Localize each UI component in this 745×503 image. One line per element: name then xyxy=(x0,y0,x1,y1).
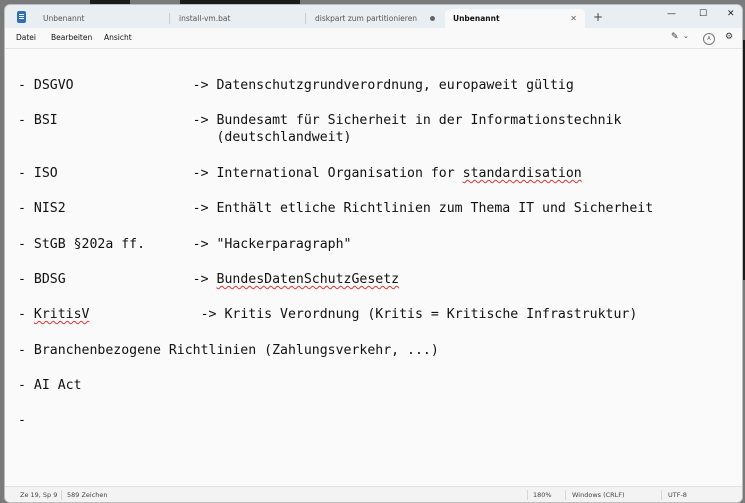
encoding[interactable]: UTF-8 xyxy=(668,491,687,499)
tab-separator xyxy=(305,13,306,24)
editor-line: - KritisV -> Kritis Verordnung (Kritis =… xyxy=(18,307,637,323)
editor-line: - AI Act xyxy=(18,378,82,394)
line-text: -> Kritis Verordnung (Kritis = Kritische… xyxy=(89,307,638,322)
text-editor[interactable]: - DSGVO -> Datenschutzgrundverordnung, e… xyxy=(5,49,742,486)
minimize-button[interactable]: — xyxy=(667,8,676,20)
editor-line: - ISO -> International Organisation for … xyxy=(18,166,582,182)
line-text: (deutschlandweit) xyxy=(18,130,352,145)
copilot-icon[interactable]: ✎ xyxy=(671,32,679,42)
line-text: - AI Act xyxy=(18,378,82,393)
tab-label: install-vm.bat xyxy=(179,14,231,23)
notepad-window: Unbenannt install-vm.bat diskpart zum pa… xyxy=(4,4,743,503)
menu-file[interactable]: Datei xyxy=(16,33,36,42)
character-count: 589 Zeichen xyxy=(67,491,108,499)
tab-separator xyxy=(169,13,170,24)
editor-line: - Branchenbezogene Richtlinien (Zahlungs… xyxy=(18,343,439,359)
notepad-app-icon xyxy=(17,11,26,23)
editor-line: - BSI -> Bundesamt für Sicherheit in der… xyxy=(18,113,621,129)
line-text: - BDSG -> xyxy=(18,272,217,287)
close-button[interactable]: ✕ xyxy=(727,8,735,20)
tab-install-vm[interactable]: install-vm.bat xyxy=(171,9,303,28)
menu-view[interactable]: Ansicht xyxy=(104,33,132,42)
chevron-down-icon[interactable]: ⌄ xyxy=(683,32,689,40)
line-ending[interactable]: Windows (CRLF) xyxy=(572,491,625,499)
gear-icon[interactable]: ⚙ xyxy=(725,32,733,42)
status-separator xyxy=(565,490,566,500)
tab-label: Unbenannt xyxy=(453,14,500,23)
spellcheck-word[interactable]: standardisation xyxy=(463,166,582,181)
tab-unbenannt-active[interactable]: Unbenannt ✕ xyxy=(445,9,585,28)
line-text: - xyxy=(18,413,26,428)
tab-label: diskpart zum partitionieren xyxy=(315,14,418,23)
status-separator xyxy=(61,490,62,500)
spellcheck-word[interactable]: KritisV xyxy=(34,307,90,322)
line-text: - StGB §202a ff. -> "Hackerparagraph" xyxy=(18,237,352,252)
cursor-position[interactable]: Ze 19, Sp 9 xyxy=(20,491,57,499)
line-text: - BSI -> Bundesamt für Sicherheit in der… xyxy=(18,113,622,128)
line-text: - xyxy=(18,307,34,322)
status-separator xyxy=(527,490,528,500)
spellcheck-word[interactable]: BundesDatenSchutzGesetz xyxy=(217,272,400,287)
line-text: - NIS2 -> Enthält etliche Richtlinien zu… xyxy=(18,201,654,216)
line-text: - DSGVO -> Datenschutzgrundverordnung, e… xyxy=(18,78,574,93)
line-text: - Branchenbezogene Richtlinien (Zahlungs… xyxy=(18,343,439,358)
menu-edit[interactable]: Bearbeiten xyxy=(51,33,92,42)
editor-line: - DSGVO -> Datenschutzgrundverordnung, e… xyxy=(18,78,574,94)
editor-line: - NIS2 -> Enthält etliche Richtlinien zu… xyxy=(18,201,653,217)
editor-line: - xyxy=(18,413,26,429)
status-separator xyxy=(661,490,662,500)
new-tab-button[interactable]: + xyxy=(593,10,603,24)
tab-diskpart[interactable]: diskpart zum partitionieren xyxy=(307,9,445,28)
editor-line: - StGB §202a ff. -> "Hackerparagraph" xyxy=(18,237,351,253)
zoom-level[interactable]: 180% xyxy=(533,491,552,499)
line-text: - ISO -> International Organisation for xyxy=(18,166,463,181)
menu-bar: Datei Bearbeiten Ansicht ✎ ⌄ A ⚙ xyxy=(5,28,742,49)
status-bar: Ze 19, Sp 9 589 Zeichen 180% Windows (CR… xyxy=(5,486,742,502)
tab-label: Unbenannt xyxy=(43,14,85,23)
editor-line: - BDSG -> BundesDatenSchutzGesetz xyxy=(18,272,399,288)
close-tab-icon[interactable]: ✕ xyxy=(570,9,577,28)
account-avatar-icon[interactable]: A xyxy=(703,33,715,45)
editor-line: (deutschlandweit) xyxy=(18,130,351,146)
tab-bar: Unbenannt install-vm.bat diskpart zum pa… xyxy=(5,5,742,28)
tab-unbenannt-1[interactable]: Unbenannt xyxy=(35,9,167,28)
maximize-button[interactable]: ☐ xyxy=(699,8,707,20)
unsaved-dot-icon xyxy=(430,16,435,21)
